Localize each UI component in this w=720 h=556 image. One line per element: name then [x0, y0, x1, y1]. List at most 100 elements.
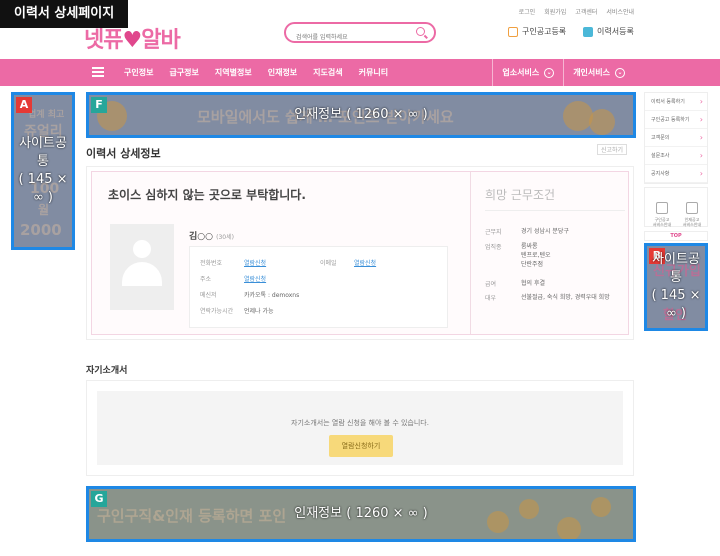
hope-row-location: 근무지 경기 성남시 분당구 — [485, 227, 569, 236]
view-request-button[interactable]: 열람신청하기 — [329, 435, 393, 457]
contact-label: 주소 — [200, 276, 212, 283]
contact-info-box: 전화번호 열람신청 이메일 열람신청 주소 열람신청 메신저 카카오톡 : de… — [189, 246, 448, 328]
nav-item-regional-jobs[interactable]: 지역별정보 — [215, 67, 252, 78]
nav-item-map-search[interactable]: 지도검색 — [313, 67, 342, 78]
hope-value: 협의 후결 — [521, 280, 545, 287]
hope-label: 근무지 — [485, 229, 502, 236]
resume-card: 초이스 심하지 않는 곳으로 부탁합니다. 김○○ (30세) 전화번호 열람신… — [86, 166, 634, 340]
side-service-icons: 구인공고 서비스안내 인재공고 서비스안내 — [644, 187, 708, 227]
clipboard-icon — [508, 26, 518, 37]
chevron-down-icon: ⌄ — [615, 67, 625, 78]
email-view-request-link[interactable]: 열람신청 — [354, 258, 376, 267]
job-post-register-button[interactable]: 구인공고등록 — [508, 26, 566, 37]
avatar-head-icon — [133, 240, 151, 258]
ad-a-size: ( 145 × ∞ ) — [18, 172, 68, 205]
scroll-top-button[interactable]: TOP — [644, 231, 708, 241]
hope-value: 선불절급, 숙식 희망, 경력우대 희망 — [521, 294, 610, 301]
address-view-request-link[interactable]: 열람신청 — [244, 274, 266, 283]
ad-slot-g[interactable]: 구인구직&인재 등록하면 포인 G 인재정보 ( 1260 × ∞ ) — [86, 486, 636, 542]
resume-register-button[interactable]: 이력서등록 — [583, 26, 634, 37]
contact-label: 전화번호 — [200, 260, 223, 267]
ad-a-bg-line-1: 업계 최고 — [28, 110, 65, 120]
hope-label: 급여 — [485, 281, 497, 288]
document-icon — [656, 202, 668, 214]
contact-row-address: 주소 열람신청 — [200, 274, 266, 283]
search-icon[interactable] — [416, 27, 425, 36]
ad-g-label: 인재정보 ( 1260 × ∞ ) — [294, 506, 428, 521]
personal-service-label: 개인서비스 — [573, 68, 610, 77]
hope-conditions-title: 희망 근무조건 — [485, 188, 556, 202]
nav-services: 업소서비스 ⌄ 개인서비스 ⌄ — [492, 59, 634, 86]
chevron-down-icon: ⌄ — [544, 67, 555, 78]
contact-label: 연락가능시간 — [200, 308, 234, 315]
ad-a-label-block: 사이트공통 ( 145 × ∞ ) — [14, 135, 72, 207]
hope-row-job-type: 업직종 룸싸롱 텐프로,텐오 단란주점 — [485, 242, 551, 268]
business-service-label: 업소서비스 — [502, 68, 540, 77]
contact-row-email: 이메일 열람신청 — [320, 258, 376, 267]
side-item-notice[interactable]: 공지사항 — [645, 165, 707, 183]
self-intro-locked-message: 자기소개서는 열람 신청을 해야 볼 수 있습니다. — [291, 419, 429, 427]
ad-slot-b[interactable]: 신규가입 할인 B 사이트공통 ( 145 × ∞ ) — [644, 243, 708, 331]
side-item-job-post-register[interactable]: 구인공고 등록하기 — [645, 111, 707, 129]
main-navigation: 구인정보 급구정보 지역별정보 인재정보 지도검색 커뮤니티 업소서비스 ⌄ 개… — [0, 59, 720, 86]
nav-item-job-info[interactable]: 구인정보 — [124, 67, 153, 78]
hope-row-benefits: 대우 선불절급, 숙식 희망, 경력우대 희망 — [485, 293, 610, 302]
messenger-value: 카카오톡 : demoxns — [244, 292, 300, 299]
side-item-customer-inquiry[interactable]: 고객문의 — [645, 129, 707, 147]
section-title-resume-detail: 이력서 상세정보 — [86, 147, 161, 160]
resume-card-inner: 초이스 심하지 않는 곳으로 부탁합니다. 김○○ (30세) 전화번호 열람신… — [91, 171, 629, 335]
person-age: (30세) — [216, 234, 234, 241]
nav-items: 구인정보 급구정보 지역별정보 인재정보 지도검색 커뮤니티 — [124, 59, 388, 86]
signup-link[interactable]: 회원가입 — [544, 7, 566, 16]
search-bar — [284, 22, 436, 46]
contact-label: 이메일 — [320, 260, 337, 267]
talent-service-guide[interactable]: 인재공고 서비스안내 — [678, 192, 706, 232]
login-link[interactable]: 로그인 — [519, 7, 536, 16]
job-post-service-guide[interactable]: 구인공고 서비스안내 — [648, 192, 676, 232]
self-intro-card: 자기소개서는 열람 신청을 해야 볼 수 있습니다. 열람신청하기 — [86, 380, 634, 476]
ad-slot-a[interactable]: 업계 최고 쥬얼리 100 월 2000 A 사이트공통 ( 145 × ∞ ) — [11, 92, 75, 250]
heart-icon: ♥ — [122, 28, 142, 53]
pencil-icon — [583, 26, 593, 37]
side-quick-menu: 이력서 등록하기 구인공고 등록하기 고객문의 설문조사 공지사항 — [644, 92, 708, 184]
contact-label: 메신저 — [200, 292, 217, 299]
resume-headline: 초이스 심하지 않는 곳으로 부탁합니다. — [108, 188, 306, 202]
report-button[interactable]: 신고하기 — [597, 144, 628, 155]
nav-item-urgent-jobs[interactable]: 급구정보 — [169, 67, 198, 78]
talent-service-guide-label: 인재공고 서비스안내 — [682, 217, 702, 227]
ad-slot-f[interactable]: 모바일에서도 쉽게 … 포인트 받아가세요 F 인재정보 ( 1260 × ∞ … — [86, 92, 636, 138]
support-link[interactable]: 고객센터 — [575, 7, 597, 16]
self-intro-title: 자기소개서 — [86, 366, 128, 376]
page-title-tag: 이력서 상세페이지 — [0, 0, 129, 28]
business-service-dropdown[interactable]: 업소서비스 ⌄ — [492, 59, 563, 86]
contact-row-phone: 전화번호 열람신청 — [200, 258, 266, 267]
ad-a-label: 사이트공통 — [19, 136, 67, 169]
nav-item-community[interactable]: 커뮤니티 — [359, 67, 388, 78]
hamburger-menu-icon[interactable] — [88, 65, 108, 80]
service-info-link[interactable]: 서비스안내 — [606, 7, 634, 16]
phone-view-request-link[interactable]: 열람신청 — [244, 258, 266, 267]
profile-photo-placeholder — [110, 224, 174, 310]
nav-item-talent-info[interactable]: 인재정보 — [268, 67, 297, 78]
self-intro-inner: 자기소개서는 열람 신청을 해야 볼 수 있습니다. 열람신청하기 — [97, 391, 623, 465]
side-item-resume-register[interactable]: 이력서 등록하기 — [645, 93, 707, 111]
contact-row-available-time: 연락가능시간 언제나 가능 — [200, 306, 274, 315]
avatar-body-icon — [122, 262, 162, 286]
personal-service-dropdown[interactable]: 개인서비스 ⌄ — [563, 59, 634, 86]
ad-a-bg-line-5: 2000 — [20, 221, 62, 239]
hope-divider — [485, 210, 625, 211]
contact-row-messenger: 메신저 카카오톡 : demoxns — [200, 290, 299, 299]
search-input[interactable] — [296, 29, 416, 46]
card-divider — [470, 172, 471, 334]
ad-b-size: ( 145 × ∞ ) — [651, 288, 701, 321]
document-icon — [686, 202, 698, 214]
available-time-value: 언제나 가능 — [244, 308, 274, 315]
hope-row-salary: 급여 협의 후결 — [485, 279, 545, 288]
person-name-text: 김○○ — [189, 232, 213, 242]
side-item-survey[interactable]: 설문조사 — [645, 147, 707, 165]
person-name: 김○○ (30세) — [189, 229, 234, 242]
logo-text-2: 알바 — [141, 28, 180, 53]
ad-a-tag: A — [16, 97, 32, 113]
hope-label: 업직종 — [485, 244, 502, 251]
hope-value: 경기 성남시 분당구 — [521, 228, 569, 235]
